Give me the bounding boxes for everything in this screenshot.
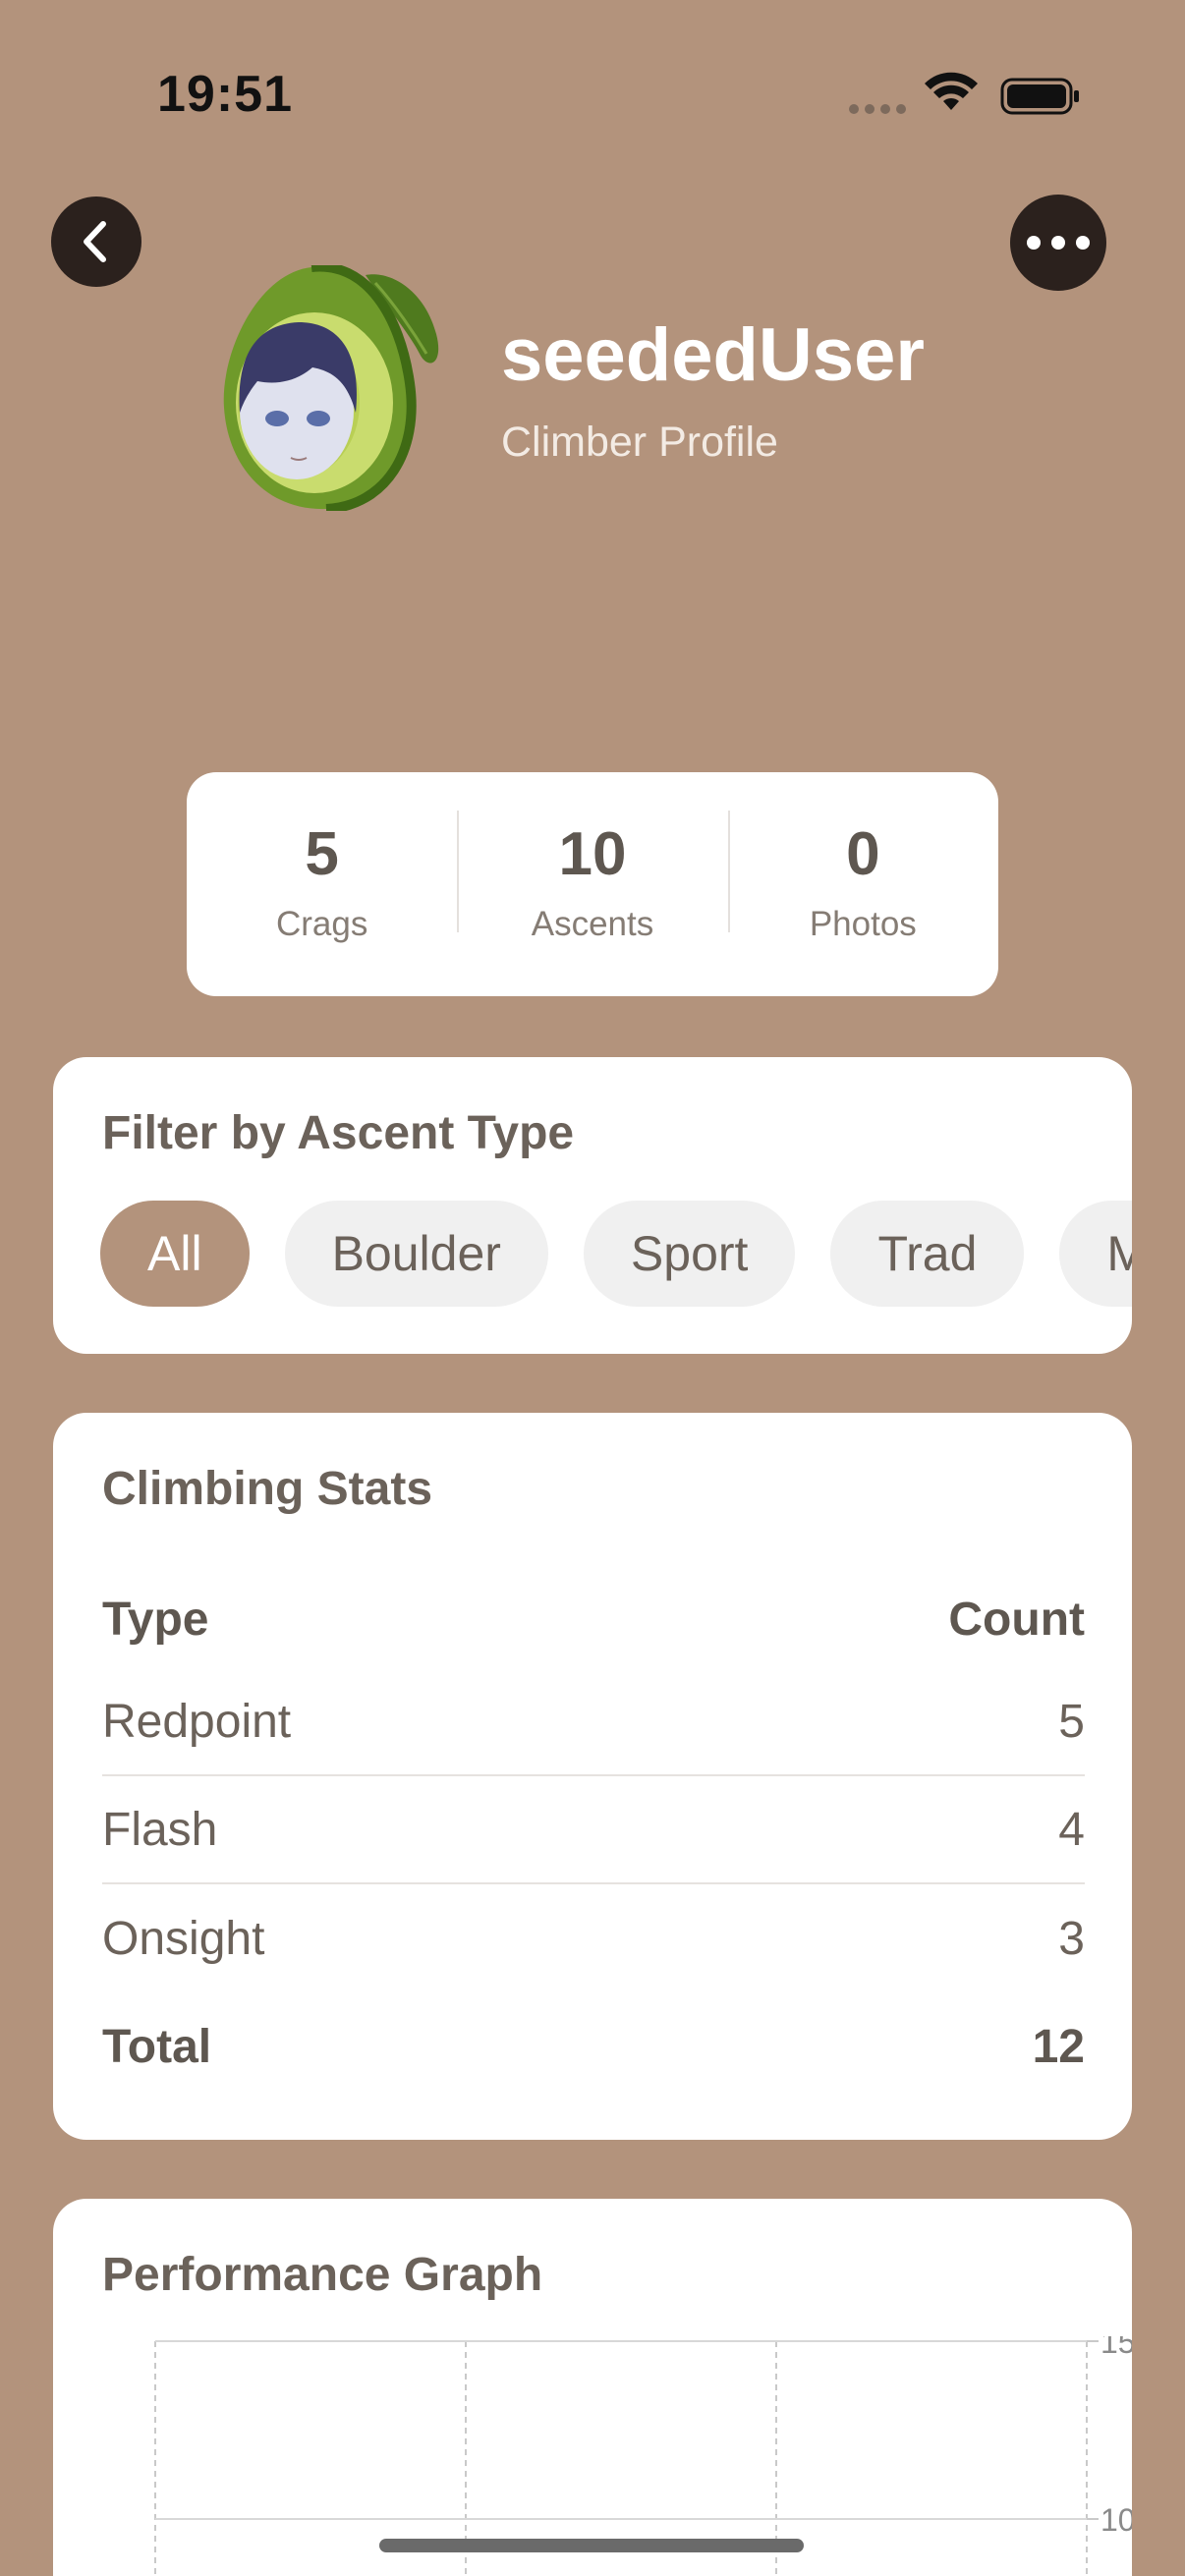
ellipsis-icon bbox=[1027, 236, 1090, 250]
row-count: 4 bbox=[1058, 1803, 1085, 1856]
cellular-signal-icon bbox=[849, 104, 906, 114]
profile-stats-card: 5 Crags 10 Ascents 0 Photos bbox=[187, 772, 998, 996]
filter-card: Filter by Ascent Type All Boulder Sport … bbox=[53, 1057, 1132, 1354]
stat-value: 10 bbox=[558, 820, 627, 888]
more-options-button[interactable] bbox=[1010, 195, 1106, 291]
battery-icon bbox=[1000, 78, 1079, 115]
stat-label: Crags bbox=[275, 905, 368, 943]
climbing-stats-card: Climbing Stats Type Count Redpoint 5 Fla… bbox=[53, 1413, 1132, 2140]
table-total-row: Total 12 bbox=[102, 1992, 1085, 2100]
column-header-type: Type bbox=[102, 1593, 209, 1646]
performance-graph-title: Performance Graph bbox=[102, 2249, 543, 2301]
row-count: 5 bbox=[1058, 1695, 1085, 1748]
row-type: Redpoint bbox=[102, 1695, 292, 1748]
y-tick-label: 15 bbox=[1100, 2336, 1132, 2360]
filter-chip-all[interactable]: All bbox=[100, 1201, 250, 1307]
total-label: Total bbox=[102, 2020, 212, 2073]
profile-subtitle: Climber Profile bbox=[501, 419, 778, 466]
stat-value: 5 bbox=[305, 820, 339, 888]
filter-chip-sport[interactable]: Sport bbox=[583, 1201, 796, 1307]
wifi-icon bbox=[925, 72, 978, 110]
filter-chip-more[interactable]: M bbox=[1059, 1201, 1132, 1307]
filter-chip-boulder[interactable]: Boulder bbox=[284, 1201, 548, 1307]
back-button[interactable] bbox=[51, 196, 141, 287]
home-indicator[interactable] bbox=[379, 2539, 804, 2552]
stat-ascents[interactable]: 10 Ascents bbox=[457, 811, 727, 944]
row-count: 3 bbox=[1058, 1912, 1085, 1965]
filter-chip-trad[interactable]: Trad bbox=[830, 1201, 1025, 1307]
table-row: Flash 4 bbox=[102, 1776, 1085, 1884]
column-header-count: Count bbox=[948, 1593, 1085, 1646]
status-time: 19:51 bbox=[157, 66, 293, 123]
filter-chips[interactable]: All Boulder Sport Trad M bbox=[100, 1201, 1132, 1307]
table-header: Type Count bbox=[102, 1570, 1085, 1668]
table-row: Redpoint 5 bbox=[102, 1668, 1085, 1776]
avatar[interactable] bbox=[218, 265, 454, 511]
row-type: Onsight bbox=[102, 1912, 265, 1965]
chevron-left-icon bbox=[84, 221, 106, 262]
filter-title: Filter by Ascent Type bbox=[102, 1107, 575, 1159]
stat-label: Photos bbox=[809, 905, 917, 943]
y-tick-label: 10 bbox=[1100, 2502, 1132, 2538]
climbing-stats-title: Climbing Stats bbox=[102, 1463, 433, 1515]
total-count: 12 bbox=[1032, 2020, 1085, 2073]
climbing-stats-table: Type Count Redpoint 5 Flash 4 Onsight 3 … bbox=[102, 1570, 1085, 2100]
row-type: Flash bbox=[102, 1803, 218, 1856]
status-bar: 19:51 bbox=[0, 0, 1185, 196]
stat-photos[interactable]: 0 Photos bbox=[727, 811, 998, 944]
table-row: Onsight 3 bbox=[102, 1884, 1085, 1992]
username: seededUser bbox=[501, 313, 925, 397]
stat-value: 0 bbox=[846, 820, 880, 888]
performance-graph-card: Performance Graph 15 10 bbox=[53, 2199, 1132, 2576]
stat-crags[interactable]: 5 Crags bbox=[187, 824, 457, 944]
stat-label: Ascents bbox=[531, 905, 654, 943]
